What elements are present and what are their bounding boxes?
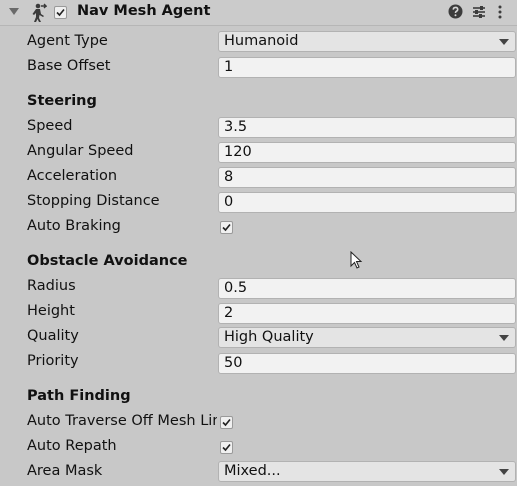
height-field[interactable]: 2 — [218, 303, 516, 324]
area-mask-dropdown[interactable]: Mixed... — [218, 461, 516, 482]
quality-value: High Quality — [224, 329, 314, 345]
agent-type-value: Humanoid — [224, 33, 299, 49]
component-header: Nav Mesh Agent — [0, 0, 517, 26]
mouse-cursor-icon — [350, 251, 363, 269]
acceleration-label: Acceleration — [27, 168, 118, 184]
auto-traverse-label: Auto Traverse Off Mesh Link — [27, 413, 217, 429]
agent-type-dropdown[interactable]: Humanoid — [218, 31, 516, 52]
auto-repath-checkbox[interactable] — [220, 441, 233, 454]
auto-traverse-checkbox[interactable] — [220, 416, 233, 429]
area-mask-label: Area Mask — [27, 463, 103, 479]
radius-field[interactable]: 0.5 — [218, 278, 516, 299]
component-title: Nav Mesh Agent — [77, 3, 211, 19]
help-icon[interactable] — [448, 4, 463, 19]
menu-icon[interactable] — [496, 4, 504, 20]
area-mask-value: Mixed... — [224, 463, 281, 479]
checkmark-icon — [222, 443, 231, 452]
angular-speed-label: Angular Speed — [27, 143, 134, 159]
auto-braking-label: Auto Braking — [27, 218, 121, 234]
speed-label: Speed — [27, 118, 73, 134]
obstacle-avoidance-heading: Obstacle Avoidance — [27, 253, 188, 269]
stopping-distance-field[interactable]: 0 — [218, 192, 516, 213]
auto-braking-checkbox[interactable] — [220, 221, 233, 234]
foldout-arrow-icon[interactable] — [9, 8, 19, 15]
base-offset-label: Base Offset — [27, 58, 111, 74]
path-finding-heading: Path Finding — [27, 388, 131, 404]
quality-label: Quality — [27, 328, 79, 344]
priority-label: Priority — [27, 353, 79, 369]
chevron-down-icon — [499, 469, 509, 475]
checkmark-icon — [222, 223, 231, 232]
checkmark-icon — [222, 418, 231, 427]
priority-field[interactable]: 50 — [218, 353, 516, 374]
base-offset-field[interactable]: 1 — [218, 57, 516, 78]
chevron-down-icon — [499, 39, 509, 45]
chevron-down-icon — [499, 335, 509, 341]
angular-speed-field[interactable]: 120 — [218, 142, 516, 163]
height-label: Height — [27, 303, 75, 319]
acceleration-field[interactable]: 8 — [218, 167, 516, 188]
steering-heading: Steering — [27, 93, 97, 109]
agent-type-label: Agent Type — [27, 33, 108, 49]
stopping-distance-label: Stopping Distance — [27, 193, 160, 209]
auto-repath-label: Auto Repath — [27, 438, 117, 454]
quality-dropdown[interactable]: High Quality — [218, 327, 516, 348]
radius-label: Radius — [27, 278, 76, 294]
component-enabled-checkbox[interactable] — [54, 6, 67, 19]
speed-field[interactable]: 3.5 — [218, 117, 516, 138]
nav-mesh-agent-icon — [32, 3, 47, 22]
presets-icon[interactable] — [471, 4, 487, 20]
